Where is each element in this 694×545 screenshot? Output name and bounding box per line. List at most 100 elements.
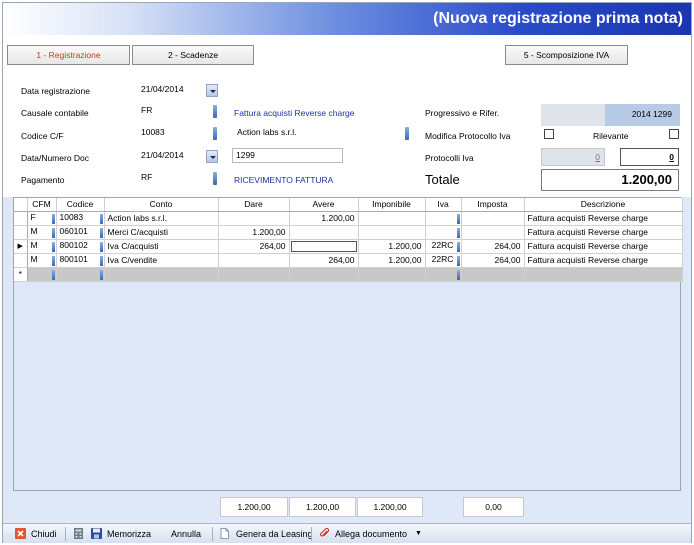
table-row[interactable]: F 10083 Action labs s.r.l. 1.200,00 Fatt… [14, 211, 683, 226]
memorizza-button[interactable]: Memorizza [107, 527, 151, 541]
journal-grid[interactable]: CFM Codice Conto Dare Avere Imponibile I… [13, 197, 683, 491]
cell-iva[interactable] [425, 211, 462, 226]
cell-imposta[interactable] [461, 267, 525, 282]
protocollo-iva-2[interactable]: 0 [620, 148, 679, 166]
codice-cf-field[interactable]: 10083 [138, 126, 210, 141]
col-header-cfm[interactable]: CFM [27, 198, 57, 212]
codice-lookup-button[interactable] [99, 270, 103, 280]
col-header-imposta[interactable]: Imposta [461, 198, 525, 212]
cell-avere[interactable] [289, 225, 359, 240]
cell-imposta[interactable] [461, 211, 525, 226]
data-registrazione-field[interactable]: 21/04/2014 [138, 83, 208, 98]
data-doc-dropdown-arrow-icon[interactable] [206, 150, 218, 163]
cell-conto[interactable]: Iva C/acquisti [104, 239, 219, 254]
row-selector-current[interactable]: ▶ [14, 239, 28, 254]
cell-descrizione[interactable]: Fattura acquisti Reverse charge [524, 225, 683, 240]
save-icon[interactable] [91, 528, 102, 539]
cell-dare[interactable]: 264,00 [218, 239, 290, 254]
cell-imposta[interactable]: 264,00 [461, 253, 525, 268]
row-selector[interactable] [14, 211, 28, 226]
col-header-codice[interactable]: Codice [56, 198, 105, 212]
cell-imponibile[interactable]: 1.200,00 [358, 239, 426, 254]
cell-iva[interactable]: 22RC [425, 239, 462, 254]
cell-avere[interactable]: 1.200,00 [289, 211, 359, 226]
rilevante-checkbox[interactable] [669, 129, 679, 139]
cell-cfm[interactable]: M [27, 239, 57, 254]
tab-registrazione[interactable]: 1 - Registrazione [7, 45, 130, 65]
cell-conto[interactable]: Action labs s.r.l. [104, 211, 219, 226]
cell-iva[interactable]: 22RC [425, 253, 462, 268]
new-row[interactable]: * [14, 267, 683, 282]
cfm-lookup-button[interactable] [51, 214, 55, 224]
calculator-icon[interactable] [73, 528, 84, 539]
cell-cfm[interactable]: M [27, 253, 57, 268]
col-header-iva[interactable]: Iva [425, 198, 462, 212]
cell-imposta[interactable] [461, 225, 525, 240]
codice-lookup-button[interactable] [99, 228, 103, 238]
col-header-conto[interactable]: Conto [104, 198, 219, 212]
close-icon[interactable] [15, 528, 26, 539]
codice-lookup-button[interactable] [99, 214, 103, 224]
cell-imponibile[interactable] [358, 211, 426, 226]
data-doc-field[interactable]: 21/04/2014 [138, 149, 208, 164]
iva-lookup-button[interactable] [456, 242, 460, 252]
cfm-lookup-button[interactable] [51, 270, 55, 280]
cfm-lookup-button[interactable] [51, 256, 55, 266]
causale-field[interactable]: FR [138, 104, 210, 119]
cell-cfm[interactable]: F [27, 211, 57, 226]
data-registrazione-dropdown-arrow-icon[interactable] [206, 84, 218, 97]
document-icon[interactable] [219, 528, 230, 539]
iva-lookup-button[interactable] [456, 228, 460, 238]
cell-descrizione[interactable]: Fattura acquisti Reverse charge [524, 253, 683, 268]
iva-lookup-button[interactable] [456, 214, 460, 224]
cell-dare[interactable]: 1.200,00 [218, 225, 290, 240]
cell-conto[interactable] [104, 267, 219, 282]
cell-dare[interactable] [218, 267, 290, 282]
allega-dropdown-arrow-icon[interactable]: ▼ [415, 527, 422, 541]
cell-descrizione[interactable]: Fattura acquisti Reverse charge [524, 239, 683, 254]
col-header-avere[interactable]: Avere [289, 198, 359, 212]
annulla-button[interactable]: Annulla [171, 527, 201, 541]
cell-conto[interactable]: Merci C/acquisti [104, 225, 219, 240]
cell-avere-active[interactable] [289, 239, 359, 254]
cell-iva[interactable] [425, 267, 462, 282]
cfm-lookup-button[interactable] [51, 242, 55, 252]
cell-dare[interactable] [218, 253, 290, 268]
cell-imponibile[interactable]: 1.200,00 [358, 253, 426, 268]
pagamento-field[interactable]: RF [138, 171, 210, 186]
cell-imposta[interactable]: 264,00 [461, 239, 525, 254]
cell-codice[interactable] [56, 267, 105, 282]
cell-avere[interactable]: 264,00 [289, 253, 359, 268]
col-header-descrizione[interactable]: Descrizione [524, 198, 683, 212]
cell-codice[interactable]: 800102 [56, 239, 105, 254]
tab-scomposizione-iva[interactable]: 5 - Scomposizione IVA [505, 45, 628, 65]
chiudi-button[interactable]: Chiudi [31, 527, 57, 541]
cell-iva[interactable] [425, 225, 462, 240]
codice-lookup-button[interactable] [99, 242, 103, 252]
numero-doc-field[interactable]: 1299 [232, 148, 343, 163]
row-selector[interactable] [14, 253, 28, 268]
cell-codice[interactable]: 060101 [56, 225, 105, 240]
table-row[interactable]: ▶ M 800102 Iva C/acquisti 264,00 1.200,0… [14, 239, 683, 254]
cell-cfm[interactable]: M [27, 225, 57, 240]
genera-leasing-button[interactable]: Genera da Leasing [236, 527, 313, 541]
row-selector[interactable] [14, 225, 28, 240]
col-header-imponibile[interactable]: Imponibile [358, 198, 426, 212]
attachment-icon[interactable] [319, 528, 330, 539]
iva-lookup-button[interactable] [456, 256, 460, 266]
modifica-protocollo-checkbox[interactable] [544, 129, 554, 139]
col-header-dare[interactable]: Dare [218, 198, 290, 212]
new-row-marker[interactable]: * [14, 267, 28, 282]
cell-imponibile[interactable] [358, 225, 426, 240]
table-row[interactable]: M 060101 Merci C/acquisti 1.200,00 Fattu… [14, 225, 683, 240]
cell-cfm[interactable] [27, 267, 57, 282]
codice-cf-desc-button[interactable] [405, 127, 409, 140]
codice-cf-lookup-button[interactable] [213, 127, 217, 140]
codice-lookup-button[interactable] [99, 256, 103, 266]
cell-descrizione[interactable]: Fattura acquisti Reverse charge [524, 211, 683, 226]
pagamento-lookup-button[interactable] [213, 172, 217, 185]
cell-descrizione[interactable] [524, 267, 683, 282]
cell-avere[interactable] [289, 267, 359, 282]
cfm-lookup-button[interactable] [51, 228, 55, 238]
cell-conto[interactable]: Iva C/vendite [104, 253, 219, 268]
